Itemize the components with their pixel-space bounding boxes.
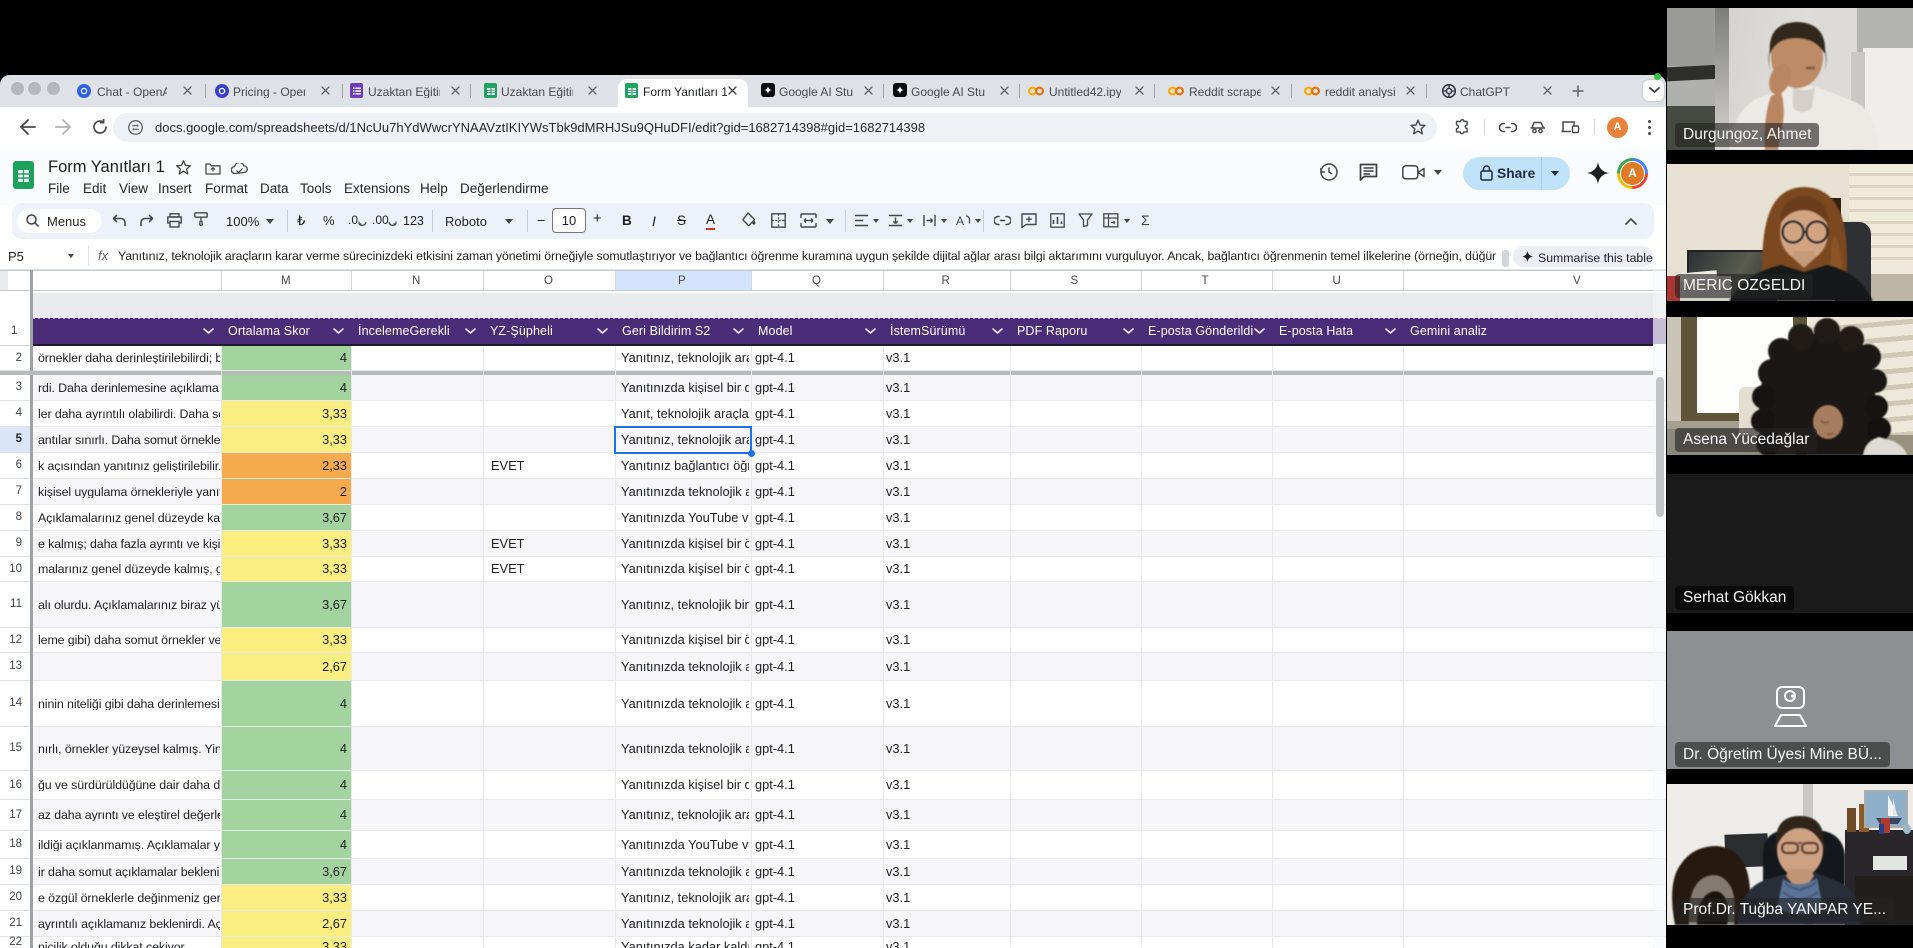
svg-text:A: A [956,214,964,227]
